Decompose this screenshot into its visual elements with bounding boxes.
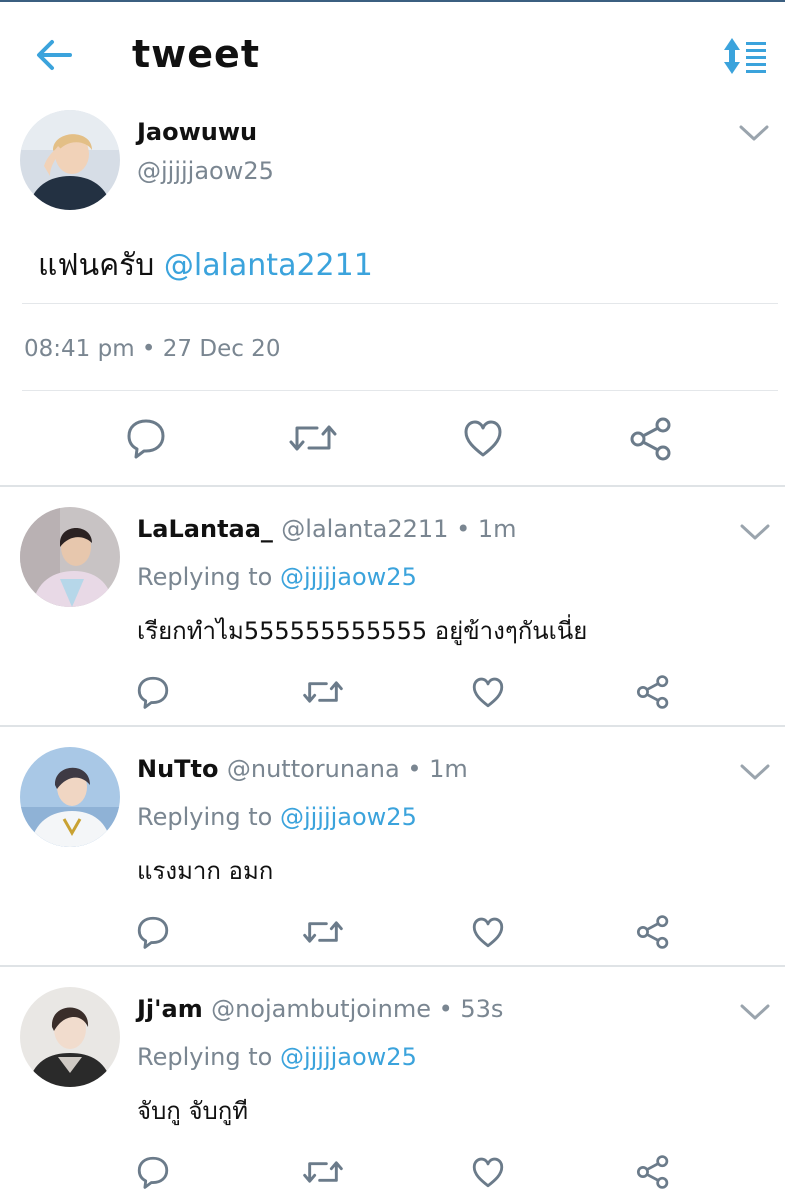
reply-icon [127,419,165,459]
share-icon [636,915,669,949]
profile-photo [20,110,120,210]
like-button[interactable] [471,915,505,953]
reply-button[interactable] [136,675,170,713]
replying-to-label: Replying to [137,563,280,591]
retweet-button[interactable] [289,418,337,462]
retweet-button[interactable] [303,675,343,713]
reply-icon [137,1156,169,1189]
tweet-timestamp: 08:41 pm • 27 Dec 20 [24,336,281,362]
mention-link[interactable]: @jjjjjaow25 [280,803,417,831]
reply-author-name: LaLantaa_ [137,515,273,543]
share-button[interactable] [636,1155,670,1193]
tweet-text: แฟนครับ @lalanta2211 [38,242,373,289]
share-button[interactable] [629,417,673,465]
retweet-icon [289,425,337,451]
reply-button[interactable] [136,915,170,953]
reply-text: เรียกทำไม555555555555 อยู่ข้างๆกันเนี่ย [137,617,588,645]
retweet-button[interactable] [303,915,343,953]
share-icon [630,417,671,461]
back-button[interactable] [30,32,80,78]
like-button[interactable] [471,1155,505,1193]
retweet-icon [303,921,343,943]
retweet-icon [303,1161,343,1183]
replying-to: Replying to @jjjjjaow25 [137,1043,417,1071]
reply-icon [137,916,169,949]
profile-photo [20,987,120,1087]
share-button[interactable] [636,915,670,953]
back-arrow-icon [37,40,72,70]
top-app-bar: tweet [0,2,785,102]
like-icon [472,677,504,708]
retweet-icon [303,681,343,703]
reply-author-name: NuTto [137,755,219,783]
reply-author-name: Jj'am [137,995,203,1023]
reply-author[interactable]: Jj'am @nojambutjoinme • 53s [137,995,503,1023]
author-handle[interactable]: @jjjjjaow25 [137,157,274,185]
retweet-button[interactable] [303,1155,343,1193]
tweet-body: แฟนครับ [38,248,164,283]
replying-to-label: Replying to [137,803,280,831]
like-button[interactable] [462,417,504,463]
profile-photo [20,747,120,847]
reply-tweet[interactable]: Jj'am @nojambutjoinme • 53s Replying to … [0,967,785,1200]
chevron-down-icon [740,524,770,540]
like-button[interactable] [471,675,505,713]
reply-tweet[interactable]: LaLantaa_ @lalanta2211 • 1m Replying to … [0,487,785,727]
mention-link[interactable]: @lalanta2211 [164,248,373,283]
reply-tweet[interactable]: NuTto @nuttorunana • 1m Replying to @jjj… [0,727,785,967]
reply-author[interactable]: LaLantaa_ @lalanta2211 • 1m [137,515,517,543]
author-name[interactable]: Jaowuwu [137,118,257,146]
mention-link[interactable]: @jjjjjaow25 [280,1043,417,1071]
profile-photo [20,507,120,607]
chevron-down-icon [739,125,769,141]
reply-button[interactable] [136,1155,170,1193]
replying-to-label: Replying to [137,1043,280,1071]
tweet-menu-button[interactable] [738,1001,772,1023]
tweet-menu-button[interactable] [738,761,772,783]
share-button[interactable] [636,675,670,713]
sort-icon [724,38,766,74]
avatar[interactable] [20,987,120,1087]
reply-author-handle: @nuttorunana • 1m [226,755,468,783]
reply-button[interactable] [125,417,167,463]
reply-author[interactable]: NuTto @nuttorunana • 1m [137,755,468,783]
reply-text: จับกู จับกูที [137,1097,249,1125]
like-icon [472,1157,504,1188]
divider [22,390,778,391]
avatar[interactable] [20,110,120,210]
avatar[interactable] [20,747,120,847]
avatar[interactable] [20,507,120,607]
chevron-down-icon [740,1004,770,1020]
share-icon [636,675,669,709]
replying-to: Replying to @jjjjjaow25 [137,803,417,831]
tweet-menu-button[interactable] [738,521,772,543]
share-icon [636,1155,669,1189]
replying-to: Replying to @jjjjjaow25 [137,563,417,591]
like-icon [464,420,502,457]
like-icon [472,917,504,948]
sort-button[interactable] [722,36,768,76]
chevron-down-icon [740,764,770,780]
mention-link[interactable]: @jjjjjaow25 [280,563,417,591]
reply-author-handle: @lalanta2211 • 1m [281,515,517,543]
reply-author-handle: @nojambutjoinme • 53s [211,995,504,1023]
reply-text: แรงมาก อมก [137,857,274,885]
divider [22,303,778,304]
reply-icon [137,676,169,709]
page-title: tweet [132,32,260,76]
tweet-menu-button[interactable] [737,122,771,144]
